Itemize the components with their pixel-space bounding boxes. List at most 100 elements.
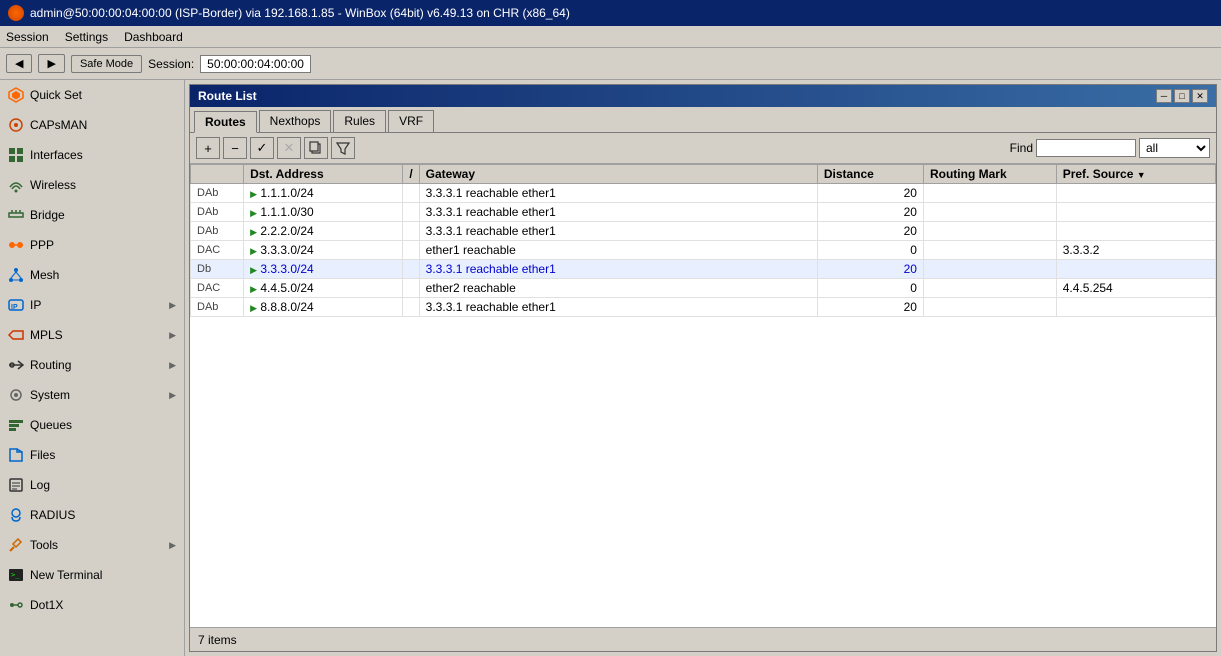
cell-gateway: 3.3.3.1 reachable ether1 xyxy=(419,298,817,317)
wireless-icon xyxy=(8,177,24,193)
cell-distance: 20 xyxy=(817,184,923,203)
system-arrow-icon: ▶ xyxy=(169,390,176,401)
menu-session[interactable]: Session xyxy=(6,30,49,44)
maximize-button[interactable]: □ xyxy=(1174,89,1190,103)
table-row[interactable]: DAb▶ 1.1.1.0/243.3.3.1 reachable ether12… xyxy=(191,184,1216,203)
tab-vrf[interactable]: VRF xyxy=(388,110,434,132)
cell-gateway: ether1 reachable xyxy=(419,241,817,260)
col-header-mark[interactable]: Routing Mark xyxy=(923,165,1056,184)
sidebar-item-routing[interactable]: Routing ▶ xyxy=(0,350,184,380)
enable-button[interactable]: ✓ xyxy=(250,137,274,159)
close-button[interactable]: ✕ xyxy=(1192,89,1208,103)
mpls-arrow-icon: ▶ xyxy=(169,330,176,341)
sidebar-label-radius: RADIUS xyxy=(30,508,75,522)
col-header-distance[interactable]: Distance xyxy=(817,165,923,184)
remove-button[interactable]: − xyxy=(223,137,247,159)
svg-text:IP: IP xyxy=(11,304,18,311)
find-dropdown[interactable]: all static dynamic xyxy=(1139,138,1210,158)
cell-gateway: 3.3.3.1 reachable ether1 xyxy=(419,260,817,279)
cell-dst: ▶ 4.4.5.0/24 xyxy=(244,279,403,298)
cell-dst: ▶ 2.2.2.0/24 xyxy=(244,222,403,241)
log-icon xyxy=(8,477,24,493)
cell-gateway: ether2 reachable xyxy=(419,279,817,298)
files-icon xyxy=(8,447,24,463)
sidebar-item-files[interactable]: Files xyxy=(0,440,184,470)
sidebar-item-ppp[interactable]: PPP xyxy=(0,230,184,260)
sidebar-item-capsman[interactable]: CAPsMAN xyxy=(0,110,184,140)
col-header-flags[interactable] xyxy=(191,165,244,184)
ip-arrow-icon: ▶ xyxy=(169,300,176,311)
menu-dashboard[interactable]: Dashboard xyxy=(124,30,183,44)
table-row[interactable]: DAb▶ 2.2.2.0/243.3.3.1 reachable ether12… xyxy=(191,222,1216,241)
sidebar-item-mesh[interactable]: Mesh xyxy=(0,260,184,290)
minimize-button[interactable]: ─ xyxy=(1156,89,1172,103)
cell-flag: DAb xyxy=(191,298,244,317)
sidebar-item-new-terminal[interactable]: >_ New Terminal xyxy=(0,560,184,590)
add-button[interactable]: + xyxy=(196,137,220,159)
cell-distance: 0 xyxy=(817,279,923,298)
sidebar-item-system[interactable]: System ▶ xyxy=(0,380,184,410)
sidebar-label-system: System xyxy=(30,388,70,402)
sidebar-item-mpls[interactable]: MPLS ▶ xyxy=(0,320,184,350)
sidebar-item-interfaces[interactable]: Interfaces xyxy=(0,140,184,170)
content-area: Route List ─ □ ✕ Routes Nexthops Rules V… xyxy=(185,80,1221,656)
tab-nexthops[interactable]: Nexthops xyxy=(259,110,332,132)
sidebar-item-bridge[interactable]: Bridge xyxy=(0,200,184,230)
sidebar-label-files: Files xyxy=(30,448,55,462)
pref-source-sort-icon: ▼ xyxy=(1137,170,1146,180)
sidebar-label-routing: Routing xyxy=(30,358,71,372)
sidebar-item-dot1x[interactable]: Dot1X xyxy=(0,590,184,620)
tab-rules[interactable]: Rules xyxy=(333,110,386,132)
sidebar-item-log[interactable]: Log xyxy=(0,470,184,500)
table-row[interactable]: DAb▶ 1.1.1.0/303.3.3.1 reachable ether12… xyxy=(191,203,1216,222)
sidebar-item-radius[interactable]: RADIUS xyxy=(0,500,184,530)
cell-flag: DAb xyxy=(191,184,244,203)
table-row[interactable]: DAC▶ 4.4.5.0/24ether2 reachable04.4.5.25… xyxy=(191,279,1216,298)
table-row[interactable]: DAC▶ 3.3.3.0/24ether1 reachable03.3.3.2 xyxy=(191,241,1216,260)
cell-dst: ▶ 1.1.1.0/30 xyxy=(244,203,403,222)
sidebar-item-ip[interactable]: IP IP ▶ xyxy=(0,290,184,320)
dot1x-icon xyxy=(8,597,24,613)
queues-icon xyxy=(8,417,24,433)
filter-button[interactable] xyxy=(331,137,355,159)
copy-button[interactable] xyxy=(304,137,328,159)
mpls-icon xyxy=(8,327,24,343)
menu-settings[interactable]: Settings xyxy=(65,30,108,44)
arrow-right-icon: ▶ xyxy=(250,208,257,218)
sidebar-label-ppp: PPP xyxy=(30,238,54,252)
tab-bar: Routes Nexthops Rules VRF xyxy=(190,107,1216,133)
sidebar-label-new-terminal: New Terminal xyxy=(30,568,102,582)
tab-routes[interactable]: Routes xyxy=(194,111,257,133)
col-header-pref[interactable]: Pref. Source ▼ xyxy=(1056,165,1215,184)
tools-icon xyxy=(8,537,24,553)
sidebar-item-quick-set[interactable]: Quick Set xyxy=(0,80,184,110)
cell-gateway: 3.3.3.1 reachable ether1 xyxy=(419,184,817,203)
safe-mode-button[interactable]: Safe Mode xyxy=(71,55,142,73)
cell-flag: DAC xyxy=(191,241,244,260)
back-button[interactable]: ◀ xyxy=(6,54,32,73)
sidebar-item-queues[interactable]: Queues xyxy=(0,410,184,440)
arrow-right-icon: ▶ xyxy=(250,284,257,294)
cell-routing-mark xyxy=(923,203,1056,222)
radius-icon xyxy=(8,507,24,523)
sidebar-item-tools[interactable]: Tools ▶ xyxy=(0,530,184,560)
table-row[interactable]: Db▶ 3.3.3.0/243.3.3.1 reachable ether120 xyxy=(191,260,1216,279)
cell-distance: 20 xyxy=(817,298,923,317)
cell-routing-mark xyxy=(923,260,1056,279)
sidebar-label-ip: IP xyxy=(30,298,41,312)
sidebar-label-queues: Queues xyxy=(30,418,72,432)
cell-pref-source: 3.3.3.2 xyxy=(1056,241,1215,260)
session-value: 50:00:00:04:00:00 xyxy=(200,55,311,73)
disable-button[interactable]: ✕ xyxy=(277,137,301,159)
svg-text:>_: >_ xyxy=(11,571,20,579)
window-title-bar: Route List ─ □ ✕ xyxy=(190,85,1216,107)
cell-dst: ▶ 8.8.8.0/24 xyxy=(244,298,403,317)
col-header-gateway[interactable]: Gateway xyxy=(419,165,817,184)
sidebar-item-wireless[interactable]: Wireless xyxy=(0,170,184,200)
cell-distance: 20 xyxy=(817,203,923,222)
col-header-sort[interactable]: / xyxy=(403,165,419,184)
find-input[interactable] xyxy=(1036,139,1136,157)
col-header-dst[interactable]: Dst. Address xyxy=(244,165,403,184)
forward-button[interactable]: ▶ xyxy=(38,54,64,73)
table-row[interactable]: DAb▶ 8.8.8.0/24 3.3.3.1 reachable ether12… xyxy=(191,298,1216,317)
